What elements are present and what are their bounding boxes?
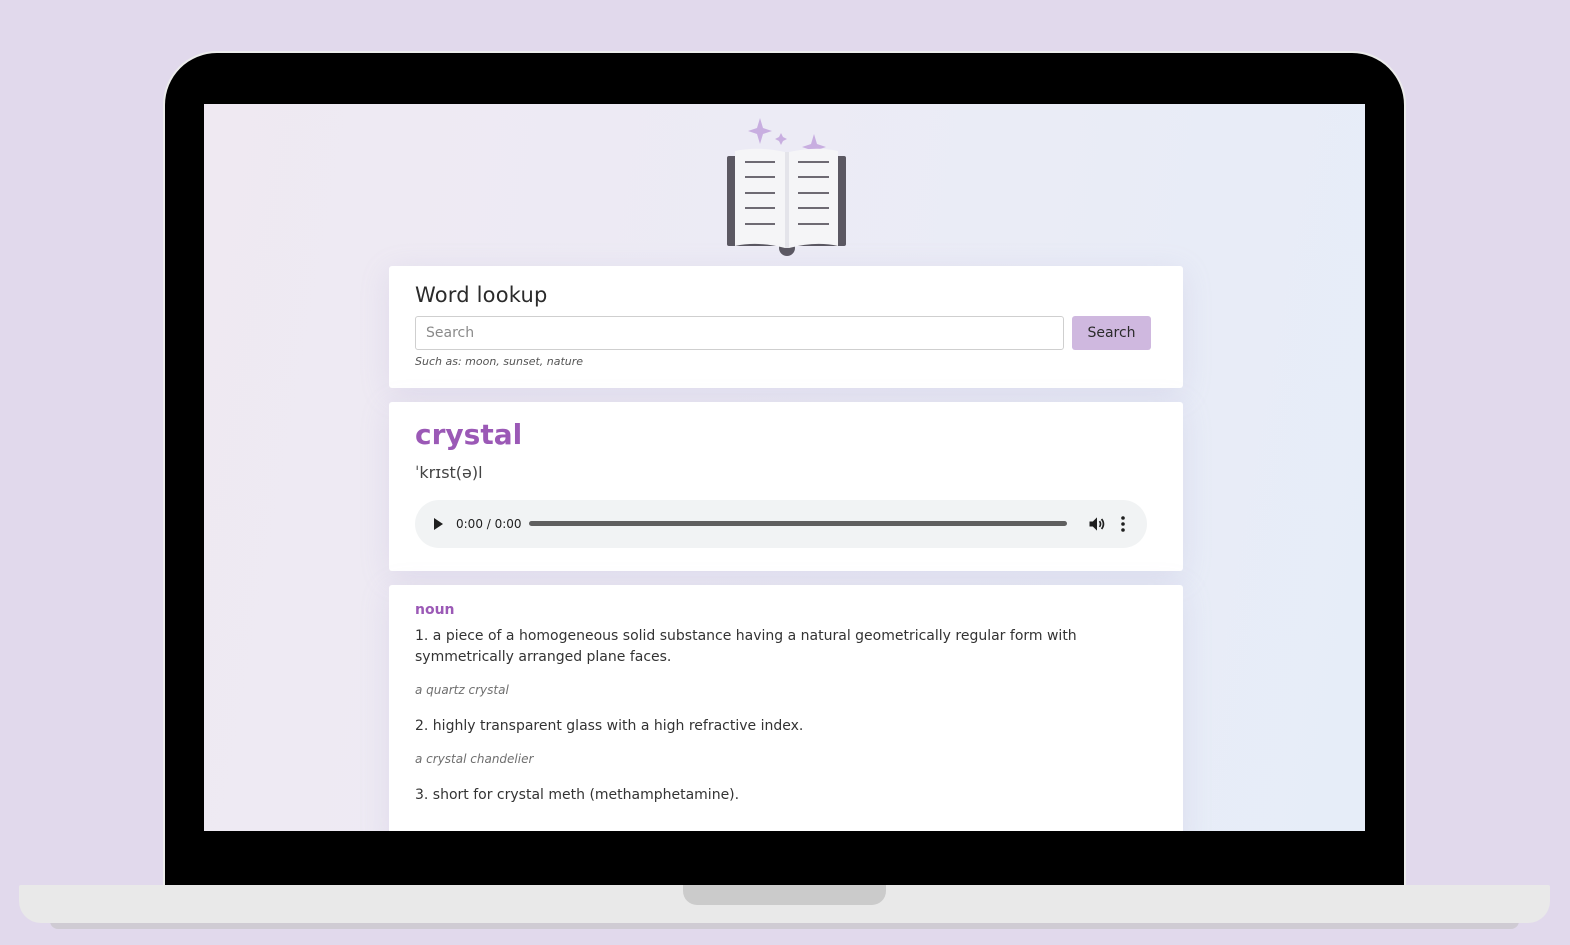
search-hint: Such as: moon, sunset, nature [415,355,584,368]
definition-text: 1. a piece of a homogeneous solid substa… [415,628,1077,665]
definition-text: 3. short for crystal meth (methamphetami… [415,787,740,803]
open-book-icon [727,118,846,256]
search-title: Word lookup [415,283,548,307]
word-title: crystal [415,418,523,451]
search-input[interactable] [415,316,1064,350]
audio-player: 0:00 / 0:00 [415,500,1147,548]
search-card: Word lookup Search Such as: moon, sunset… [389,266,1183,388]
audio-progress-bar[interactable] [529,521,1067,526]
definition-text: 2. highly transparent glass with a high … [415,718,804,734]
part-of-speech: noun [415,602,455,618]
app-screen: Word lookup Search Such as: moon, sunset… [204,104,1365,831]
play-icon[interactable] [431,516,447,532]
volume-icon[interactable] [1087,514,1107,534]
phonetic: ˈkrɪst(ə)l [415,463,483,482]
word-card: crystal ˈkrɪst(ə)l 0:00 / 0:00 [389,402,1183,571]
audio-time: 0:00 / 0:00 [456,517,522,531]
definitions-card: noun 1. a piece of a homogeneous solid s… [389,585,1183,831]
laptop-notch [683,885,886,905]
more-vertical-icon[interactable] [1115,514,1131,534]
definition-example: a quartz crystal [415,683,509,697]
definition-example: a crystal chandelier [415,752,534,766]
search-button[interactable]: Search [1072,316,1151,350]
